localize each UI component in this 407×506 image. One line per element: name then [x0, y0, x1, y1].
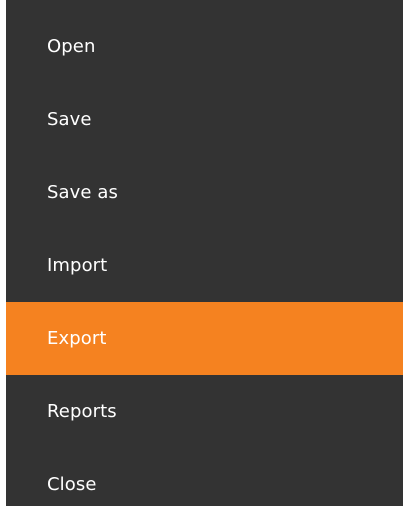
menu-item-export[interactable]: Export [6, 302, 403, 375]
menu-item-label: Export [47, 328, 107, 349]
menu-item-label: Save as [47, 182, 119, 203]
menu-item-save-as[interactable]: Save as [6, 156, 403, 229]
menu-item-import[interactable]: Import [6, 229, 403, 302]
menu-item-open[interactable]: Open [6, 10, 403, 83]
file-menu-panel: Open Save Save as Import Export Reports … [6, 0, 403, 506]
menu-item-label: Import [47, 255, 108, 276]
menu-item-label: Save [47, 109, 92, 130]
menu-item-label: Reports [47, 401, 117, 422]
menu-item-reports[interactable]: Reports [6, 375, 403, 448]
menu-item-close[interactable]: Close [6, 448, 403, 506]
file-menu-list: Open Save Save as Import Export Reports … [6, 0, 403, 506]
menu-item-label: Open [47, 36, 96, 57]
menu-item-label: Close [47, 474, 97, 495]
menu-item-save[interactable]: Save [6, 83, 403, 156]
